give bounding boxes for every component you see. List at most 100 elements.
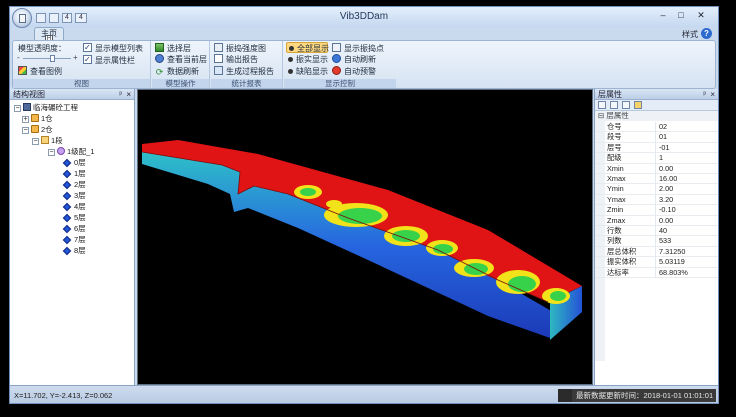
close-panel-icon[interactable]: × bbox=[710, 89, 715, 100]
property-row[interactable]: Zmin -0.10 bbox=[595, 205, 718, 216]
events-icon[interactable] bbox=[634, 101, 642, 109]
app-window: 4 4 Vib3DDam – □ ✕ 主页 H 样式 ? 模型透明度： - + … bbox=[9, 6, 719, 404]
tree-node[interactable]: 5层 bbox=[62, 212, 86, 223]
tree-node[interactable]: 2层 bbox=[62, 179, 86, 190]
help-icon[interactable]: ? bbox=[701, 28, 712, 39]
property-value[interactable]: -01 bbox=[659, 143, 670, 153]
property-key: Ymin bbox=[607, 184, 624, 194]
defect-show-button[interactable]: 缺陷显示 bbox=[286, 66, 328, 77]
3d-viewport[interactable] bbox=[137, 89, 593, 385]
property-pages-icon[interactable] bbox=[622, 101, 630, 109]
tree-node[interactable]: − 1段 bbox=[32, 135, 63, 146]
auto-warning-button[interactable]: 自动预警 bbox=[332, 66, 376, 77]
tree-expander-icon[interactable]: − bbox=[32, 138, 39, 145]
maximize-button[interactable]: □ bbox=[674, 10, 688, 22]
property-value[interactable]: 0.00 bbox=[659, 216, 673, 226]
tree-node[interactable]: 6层 bbox=[62, 223, 86, 234]
tree-expander-icon[interactable]: − bbox=[22, 127, 29, 134]
property-row[interactable]: Xmax 16.00 bbox=[595, 174, 718, 185]
property-separator bbox=[655, 132, 656, 143]
property-value[interactable]: 01 bbox=[659, 132, 667, 142]
tree-node[interactable]: 3层 bbox=[62, 190, 86, 201]
property-value[interactable]: 1 bbox=[659, 153, 663, 163]
pin-icon[interactable]: ᵖ bbox=[119, 89, 122, 100]
property-value[interactable]: 40 bbox=[659, 226, 667, 236]
close-panel-icon[interactable]: × bbox=[126, 89, 131, 100]
property-row[interactable]: Zmax 0.00 bbox=[595, 215, 718, 226]
categorized-icon[interactable] bbox=[598, 101, 606, 109]
show-model-list-checkbox[interactable]: 显示模型列表 bbox=[83, 42, 143, 54]
property-value[interactable]: 02 bbox=[659, 122, 667, 132]
vibrated-show-button[interactable]: 振实显示 bbox=[286, 54, 328, 65]
view-current-layer-button[interactable]: 查看当前层 bbox=[155, 54, 207, 65]
show-points-button[interactable]: 显示振捣点 bbox=[332, 43, 384, 54]
property-value[interactable]: 0.00 bbox=[659, 164, 673, 174]
layer-icon bbox=[62, 191, 72, 201]
tree-node[interactable]: 0层 bbox=[62, 157, 86, 168]
alphabetical-icon[interactable] bbox=[610, 101, 618, 109]
close-button[interactable]: ✕ bbox=[694, 10, 708, 22]
select-layer-button[interactable]: 选择层 bbox=[155, 43, 191, 54]
pin-icon[interactable]: ᵖ bbox=[703, 89, 706, 100]
property-value[interactable]: 2.00 bbox=[659, 184, 673, 194]
property-row[interactable]: 配级 1 bbox=[595, 153, 718, 164]
property-value[interactable]: 68.803% bbox=[659, 268, 688, 278]
style-menu[interactable]: 样式 bbox=[682, 29, 698, 40]
property-value[interactable]: 5.03119 bbox=[659, 257, 685, 267]
tree-node[interactable]: − 临海碾砼工程 bbox=[14, 102, 78, 113]
property-key: Xmin bbox=[607, 163, 624, 173]
checkbox-checked-icon[interactable] bbox=[83, 54, 92, 65]
tree-node[interactable]: 8层 bbox=[62, 245, 86, 256]
tree-expander-icon[interactable]: − bbox=[14, 105, 21, 112]
transparency-slider[interactable]: - + bbox=[17, 53, 78, 62]
property-row[interactable]: 达标率 68.803% bbox=[595, 267, 718, 278]
slider-minus-icon[interactable]: - bbox=[17, 53, 20, 62]
slider-knob[interactable] bbox=[49, 55, 55, 62]
property-category[interactable]: ⊟ 层属性 bbox=[595, 111, 718, 121]
property-value[interactable]: 3.20 bbox=[659, 195, 673, 205]
property-row[interactable]: 振实体积 5.03119 bbox=[595, 257, 718, 268]
checkbox-checked-icon[interactable] bbox=[83, 42, 92, 53]
property-separator bbox=[655, 163, 656, 174]
tree-node-label: 临海碾砼工程 bbox=[33, 103, 78, 112]
refresh-data-button[interactable]: ⟳ 数据刷新 bbox=[155, 66, 199, 77]
property-value[interactable]: 533 bbox=[659, 236, 671, 246]
property-value[interactable]: -0.10 bbox=[659, 205, 676, 215]
defect-show-label: 缺陷显示 bbox=[296, 67, 328, 76]
property-row[interactable]: 行数 40 bbox=[595, 226, 718, 237]
property-row[interactable]: Ymax 3.20 bbox=[595, 194, 718, 206]
tree-node[interactable]: +1仓 bbox=[22, 113, 53, 124]
amplitude-chart-button[interactable]: 振捣强度图 bbox=[214, 43, 266, 54]
gen-process-report-button[interactable]: 生成过程报告 bbox=[214, 66, 274, 77]
export-report-button[interactable]: 输出报告 bbox=[214, 54, 258, 65]
property-key: 配级 bbox=[607, 153, 622, 163]
auto-refresh-button[interactable]: 自动刷新 bbox=[332, 54, 376, 65]
group-label-model-ops: 模型操作 bbox=[152, 79, 209, 88]
property-row[interactable]: 列数 533 bbox=[595, 236, 718, 247]
tree-expander-icon[interactable]: + bbox=[22, 116, 29, 123]
property-row[interactable]: 仓号 02 bbox=[595, 122, 718, 133]
tree-node[interactable]: 4层 bbox=[62, 201, 86, 212]
show-all-button[interactable]: 全部显示 bbox=[286, 42, 329, 53]
dam-heatmap-model[interactable] bbox=[138, 90, 594, 386]
tree-node-label: 8层 bbox=[74, 246, 86, 255]
show-property-bar-checkbox[interactable]: 显示属性栏 bbox=[83, 54, 135, 66]
tree-node[interactable]: 1层 bbox=[62, 168, 86, 179]
minimize-button[interactable]: – bbox=[656, 10, 670, 22]
tree-node[interactable]: − 1级配_1 bbox=[48, 146, 95, 157]
property-row[interactable]: 段号 01 bbox=[595, 132, 718, 143]
property-value[interactable]: 16.00 bbox=[659, 174, 677, 184]
tree-node[interactable]: 7层 bbox=[62, 234, 86, 245]
view-legend-button[interactable]: 查看图例 bbox=[18, 66, 62, 77]
tree-node[interactable]: − 2仓 bbox=[22, 124, 53, 135]
property-row[interactable]: 层总体积 7.31250 bbox=[595, 246, 718, 258]
tree-expander-icon[interactable]: − bbox=[48, 149, 55, 156]
property-separator bbox=[655, 122, 656, 132]
slider-plus-icon[interactable]: + bbox=[73, 53, 78, 62]
property-separator bbox=[655, 153, 656, 164]
property-row[interactable]: Ymin 2.00 bbox=[595, 184, 718, 195]
property-row[interactable]: Xmin 0.00 bbox=[595, 163, 718, 174]
property-separator bbox=[655, 184, 656, 195]
property-row[interactable]: 层号 -01 bbox=[595, 142, 718, 154]
property-value[interactable]: 7.31250 bbox=[659, 247, 685, 257]
